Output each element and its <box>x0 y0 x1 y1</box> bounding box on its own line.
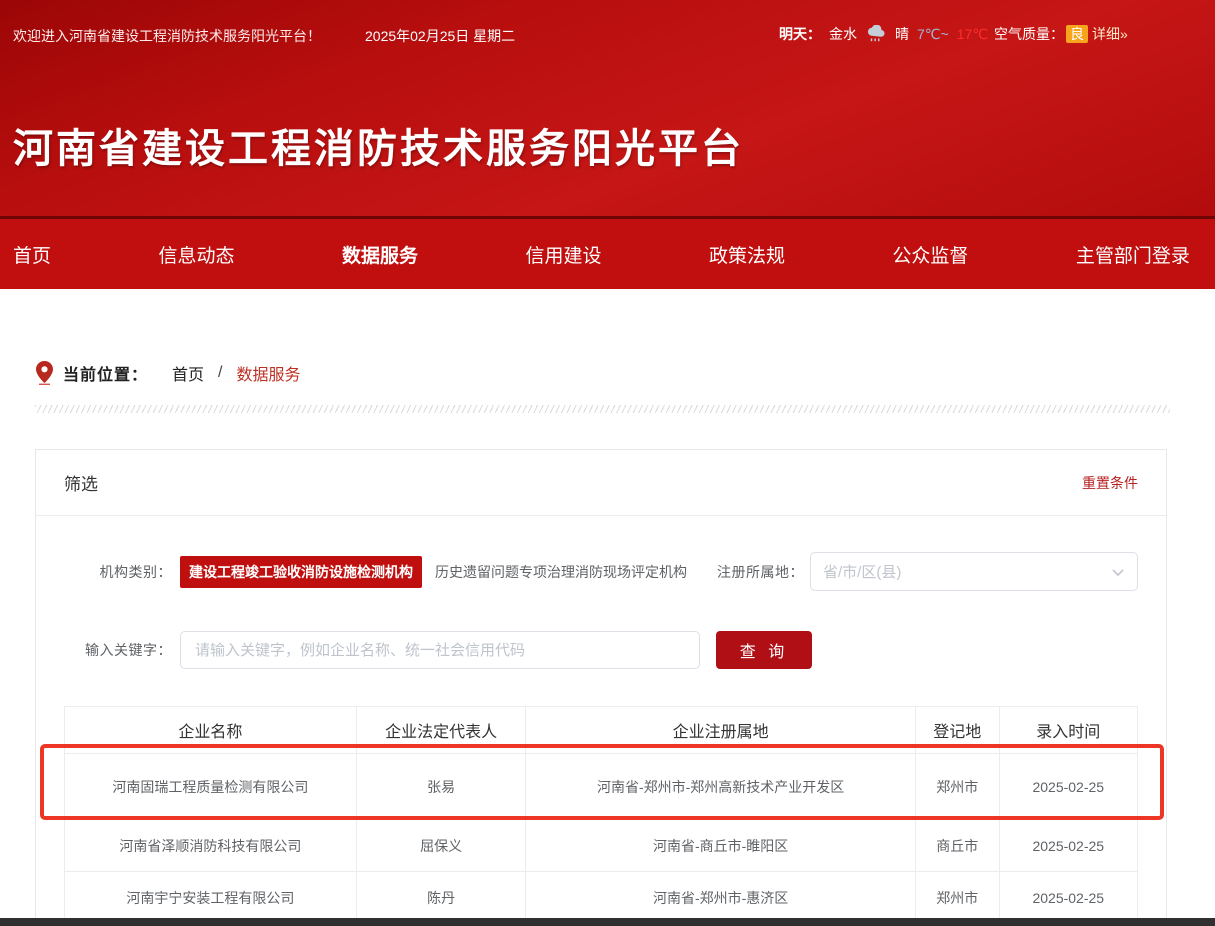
column-header: 企业注册属地 <box>526 707 916 754</box>
nav-item[interactable]: 首页 <box>13 241 51 268</box>
region-select[interactable]: 省/市/区(县) <box>810 552 1138 591</box>
tomorrow-label: 明天： <box>779 24 821 44</box>
top-info-bar: 欢迎进入河南省建设工程消防技术服务阳光平台！ 2025年02月25日 星期二 明… <box>0 24 1215 48</box>
current-date: 2025年02月25日 星期二 <box>365 26 515 46</box>
weather-condition: 晴 <box>895 24 909 44</box>
breadcrumb: 当前位置： 首页 / 数据服务 <box>36 361 1180 385</box>
keyword-input[interactable] <box>180 631 700 669</box>
reset-filters-link[interactable]: 重置条件 <box>1082 473 1138 493</box>
weather-detail-link[interactable]: 详细» <box>1092 24 1128 44</box>
category-option[interactable]: 历史遗留问题专项治理消防现场评定机构 <box>426 556 696 588</box>
cell-company-name: 河南宇宁安装工程有限公司 <box>65 872 357 924</box>
category-options: 建设工程竣工验收消防设施检测机构 历史遗留问题专项治理消防现场评定机构 <box>180 556 696 588</box>
slash-divider <box>35 405 1170 413</box>
weather-widget: 明天： 金水 晴 7℃~ 17℃ 空气质量： 良 详细» <box>779 24 1128 44</box>
cell-legal-representative: 屈保义 <box>356 820 526 872</box>
bottom-edge-bar <box>0 918 1215 926</box>
cell-entry-date: 2025-02-25 <box>999 820 1137 872</box>
location-pin-icon <box>36 361 53 385</box>
breadcrumb-label: 当前位置： <box>63 361 148 385</box>
main-nav: 首页 信息动态 数据服务 信用建设 政策法规 公众监督 主管部门登录 <box>0 216 1215 289</box>
welcome-text: 欢迎进入河南省建设工程消防技术服务阳光平台！ <box>13 26 321 46</box>
keyword-label: 输入关键字： <box>64 640 172 660</box>
cell-company-name: 河南固瑞工程质量检测有限公司 <box>65 754 357 820</box>
cell-company-name: 河南省泽顺消防科技有限公司 <box>65 820 357 872</box>
breadcrumb-separator: / <box>218 364 222 382</box>
hero-header: 欢迎进入河南省建设工程消防技术服务阳光平台！ 2025年02月25日 星期二 明… <box>0 0 1215 216</box>
nav-item[interactable]: 数据服务 <box>342 241 418 268</box>
cell-registration-city: 商丘市 <box>915 820 999 872</box>
table-row: 河南宇宁安装工程有限公司 陈丹 河南省-郑州市-惠济区 郑州市 2025-02-… <box>65 872 1138 924</box>
nav-item[interactable]: 主管部门登录 <box>1076 241 1190 268</box>
column-header: 企业名称 <box>65 707 357 754</box>
cell-registered-region: 河南省-郑州市-郑州高新技术产业开发区 <box>526 754 916 820</box>
nav-item[interactable]: 信用建设 <box>525 241 601 268</box>
table-row: 河南省泽顺消防科技有限公司 屈保义 河南省-商丘市-睢阳区 商丘市 2025-0… <box>65 820 1138 872</box>
region-label: 注册所属地： <box>696 562 804 582</box>
nav-item[interactable]: 信息动态 <box>158 241 234 268</box>
cell-legal-representative: 张易 <box>356 754 526 820</box>
table-row: 河南固瑞工程质量检测有限公司 张易 河南省-郑州市-郑州高新技术产业开发区 郑州… <box>65 754 1138 820</box>
air-quality-label: 空气质量： <box>994 24 1064 44</box>
filter-card: 筛选 重置条件 机构类别： 建设工程竣工验收消防设施检测机构 历史遗留问题专项治… <box>35 449 1167 926</box>
cell-entry-date: 2025-02-25 <box>999 872 1137 924</box>
filter-card-body: 机构类别： 建设工程竣工验收消防设施检测机构 历史遗留问题专项治理消防现场评定机… <box>36 516 1166 926</box>
category-option[interactable]: 建设工程竣工验收消防设施检测机构 <box>180 556 422 588</box>
weather-district: 金水 <box>829 24 857 44</box>
cell-registered-region: 河南省-郑州市-惠济区 <box>526 872 916 924</box>
cloud-drizzle-icon <box>865 25 887 43</box>
cell-registration-city: 郑州市 <box>915 872 999 924</box>
nav-item[interactable]: 政策法规 <box>709 241 785 268</box>
chevron-down-icon <box>1111 565 1125 579</box>
page-title: 河南省建设工程消防技术服务阳光平台 <box>13 116 744 174</box>
temp-high: 17℃ <box>957 26 988 43</box>
category-label: 机构类别： <box>64 562 172 582</box>
region-select-placeholder: 省/市/区(县) <box>823 561 901 582</box>
cell-legal-representative: 陈丹 <box>356 872 526 924</box>
column-header: 企业法定代表人 <box>356 707 526 754</box>
breadcrumb-current[interactable]: 数据服务 <box>236 361 300 385</box>
temp-low: 7℃~ <box>917 26 949 43</box>
filter-title: 筛选 <box>64 470 98 495</box>
cell-registration-city: 郑州市 <box>915 754 999 820</box>
table-header-row: 企业名称企业法定代表人企业注册属地登记地录入时间 <box>65 707 1138 754</box>
keyword-filter-row: 输入关键字： 查 询 <box>64 631 1138 669</box>
cell-entry-date: 2025-02-25 <box>999 754 1137 820</box>
table-body: 河南固瑞工程质量检测有限公司 张易 河南省-郑州市-郑州高新技术产业开发区 郑州… <box>65 754 1138 924</box>
air-quality-badge: 良 <box>1066 25 1088 43</box>
column-header: 录入时间 <box>999 707 1137 754</box>
column-header: 登记地 <box>915 707 999 754</box>
filter-card-header: 筛选 重置条件 <box>36 450 1166 516</box>
category-filter-row: 机构类别： 建设工程竣工验收消防设施检测机构 历史遗留问题专项治理消防现场评定机… <box>64 552 1138 591</box>
nav-item[interactable]: 公众监督 <box>892 241 968 268</box>
breadcrumb-home[interactable]: 首页 <box>172 361 204 385</box>
results-table: 企业名称企业法定代表人企业注册属地登记地录入时间 河南固瑞工程质量检测有限公司 … <box>64 706 1138 924</box>
cell-registered-region: 河南省-商丘市-睢阳区 <box>526 820 916 872</box>
search-button[interactable]: 查 询 <box>716 631 812 669</box>
